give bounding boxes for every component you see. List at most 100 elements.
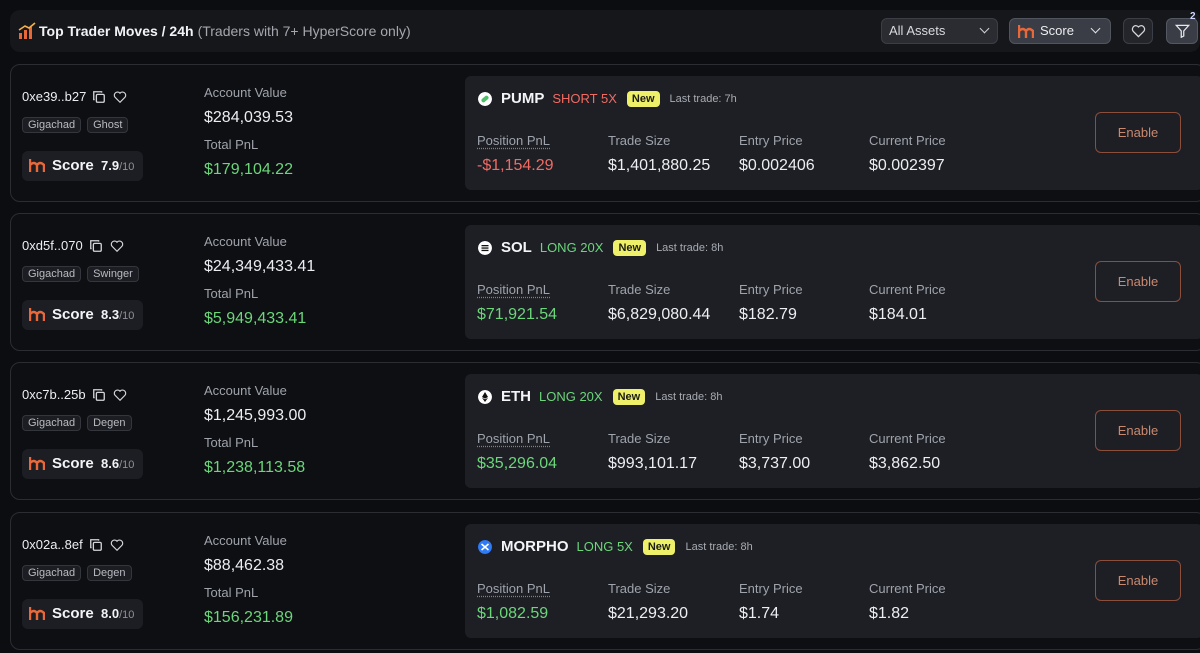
current-price: Current Price $1.82 bbox=[869, 581, 946, 623]
trade-size: Trade Size $1,401,880.25 bbox=[608, 133, 710, 175]
position-pnl-label[interactable]: Position PnL bbox=[477, 133, 554, 148]
sort-select[interactable]: Score bbox=[1009, 18, 1111, 44]
position-pnl-value: $71,921.54 bbox=[477, 306, 557, 324]
current-price-label: Current Price bbox=[869, 431, 946, 446]
trade-size-label: Trade Size bbox=[608, 581, 688, 596]
trade-direction: LONG 20X bbox=[540, 240, 604, 255]
score-denominator: /10 bbox=[119, 310, 134, 322]
heart-icon[interactable] bbox=[113, 388, 127, 402]
copy-icon[interactable] bbox=[89, 239, 103, 253]
entry-price: Entry Price $1.74 bbox=[739, 581, 803, 623]
hyperscore-logo-icon bbox=[29, 456, 45, 471]
account-value-label: Account Value bbox=[204, 383, 287, 398]
current-price: Current Price $0.002397 bbox=[869, 133, 946, 175]
last-trade-time: Last trade: 8h bbox=[685, 541, 752, 553]
trade-size-label: Trade Size bbox=[608, 282, 710, 297]
total-pnl-value: $1,238,113.58 bbox=[204, 459, 305, 477]
trader-row: 0x02a..8ef Gigachad Degen Score 8.0/10 Ac… bbox=[10, 512, 1200, 650]
score-label: Score bbox=[52, 455, 94, 472]
current-price-label: Current Price bbox=[869, 133, 946, 148]
total-pnl-label: Total PnL bbox=[204, 286, 258, 301]
trader-row: 0xd5f..070 Gigachad Swinger Score 8.3/10 … bbox=[10, 213, 1200, 351]
current-price-value: $184.01 bbox=[869, 306, 946, 324]
score-denominator: /10 bbox=[119, 459, 134, 471]
trade-header: MORPHO LONG 5X New Last trade: 8h bbox=[501, 538, 753, 555]
account-value-label: Account Value bbox=[204, 85, 287, 100]
sol-icon bbox=[478, 241, 492, 255]
entry-price: Entry Price $182.79 bbox=[739, 282, 803, 324]
score-value: 8.3/10 bbox=[101, 307, 134, 322]
account-value: $1,245,993.00 bbox=[204, 407, 306, 425]
trade-card: MORPHO LONG 5X New Last trade: 8h Positi… bbox=[465, 524, 1200, 638]
trader-address-text: 0xc7b..25b bbox=[22, 387, 86, 402]
trade-header: SOL LONG 20X New Last trade: 8h bbox=[501, 239, 723, 256]
trader-tag: Ghost bbox=[87, 117, 128, 133]
filter-count-badge: 2 bbox=[1190, 11, 1196, 22]
trader-tag: Gigachad bbox=[22, 266, 81, 282]
coin-symbol: ETH bbox=[501, 388, 531, 405]
trade-card: PUMP SHORT 5X New Last trade: 7h Positio… bbox=[465, 76, 1200, 190]
trader-address: 0xe39..b27 bbox=[22, 89, 134, 104]
entry-price-value: $3,737.00 bbox=[739, 455, 810, 473]
trade-card: ETH LONG 20X New Last trade: 8h Position… bbox=[465, 374, 1200, 488]
account-value-label: Account Value bbox=[204, 234, 287, 249]
score-value: 7.9/10 bbox=[101, 158, 134, 173]
trade-direction: LONG 5X bbox=[577, 539, 633, 554]
heart-icon[interactable] bbox=[113, 90, 127, 104]
trade-size-value: $993,101.17 bbox=[608, 455, 697, 473]
current-price-value: $0.002397 bbox=[869, 157, 946, 175]
current-price-value: $1.82 bbox=[869, 605, 946, 623]
position-pnl: Position PnL $1,082.59 bbox=[477, 581, 550, 623]
trader-tag: Swinger bbox=[87, 266, 139, 282]
position-pnl: Position PnL -$1,154.29 bbox=[477, 133, 554, 175]
score-badge: Score 7.9/10 bbox=[22, 151, 143, 181]
trader-address: 0x02a..8ef bbox=[22, 537, 131, 552]
account-value: $88,462.38 bbox=[204, 557, 284, 575]
assets-select[interactable]: All Assets bbox=[881, 18, 998, 44]
trader-tags: Gigachad Degen bbox=[22, 565, 132, 581]
account-value: $284,039.53 bbox=[204, 109, 293, 127]
entry-price-label: Entry Price bbox=[739, 133, 815, 148]
favorites-button[interactable] bbox=[1123, 18, 1153, 44]
score-badge: Score 8.6/10 bbox=[22, 449, 143, 479]
trader-tag: Gigachad bbox=[22, 415, 81, 431]
enable-button[interactable]: Enable bbox=[1095, 410, 1181, 451]
hyperscore-logo-icon bbox=[1018, 24, 1034, 39]
trade-header: PUMP SHORT 5X New Last trade: 7h bbox=[501, 90, 737, 107]
trader-address-text: 0xd5f..070 bbox=[22, 238, 83, 253]
position-pnl: Position PnL $35,296.04 bbox=[477, 431, 557, 473]
total-pnl-label: Total PnL bbox=[204, 435, 258, 450]
entry-price-value: $0.002406 bbox=[739, 157, 815, 175]
position-pnl: Position PnL $71,921.54 bbox=[477, 282, 557, 324]
page-title-text: Top Trader Moves / 24h bbox=[39, 23, 194, 39]
heart-icon[interactable] bbox=[110, 239, 124, 253]
heart-icon bbox=[1131, 24, 1146, 38]
entry-price-label: Entry Price bbox=[739, 581, 803, 596]
trade-size-label: Trade Size bbox=[608, 133, 710, 148]
trader-tag: Gigachad bbox=[22, 565, 81, 581]
enable-button[interactable]: Enable bbox=[1095, 560, 1181, 601]
score-badge: Score 8.3/10 bbox=[22, 300, 143, 330]
entry-price-value: $1.74 bbox=[739, 605, 803, 623]
trade-size-label: Trade Size bbox=[608, 431, 697, 446]
trader-tag: Degen bbox=[87, 565, 131, 581]
chart-up-icon bbox=[18, 22, 36, 40]
copy-icon[interactable] bbox=[92, 388, 106, 402]
position-pnl-label[interactable]: Position PnL bbox=[477, 581, 550, 596]
pump-icon bbox=[478, 92, 492, 106]
hyperscore-logo-icon bbox=[29, 606, 45, 621]
trade-direction: SHORT 5X bbox=[552, 91, 617, 106]
current-price-value: $3,862.50 bbox=[869, 455, 946, 473]
morpho-icon bbox=[478, 540, 492, 554]
enable-button[interactable]: Enable bbox=[1095, 112, 1181, 153]
total-pnl-value: $5,949,433.41 bbox=[204, 310, 306, 328]
position-pnl-label[interactable]: Position PnL bbox=[477, 431, 557, 446]
heart-icon[interactable] bbox=[110, 538, 124, 552]
filter-icon bbox=[1175, 24, 1190, 38]
score-label: Score bbox=[52, 157, 94, 174]
total-pnl-label: Total PnL bbox=[204, 137, 258, 152]
position-pnl-label[interactable]: Position PnL bbox=[477, 282, 557, 297]
copy-icon[interactable] bbox=[92, 90, 106, 104]
copy-icon[interactable] bbox=[89, 538, 103, 552]
enable-button[interactable]: Enable bbox=[1095, 261, 1181, 302]
